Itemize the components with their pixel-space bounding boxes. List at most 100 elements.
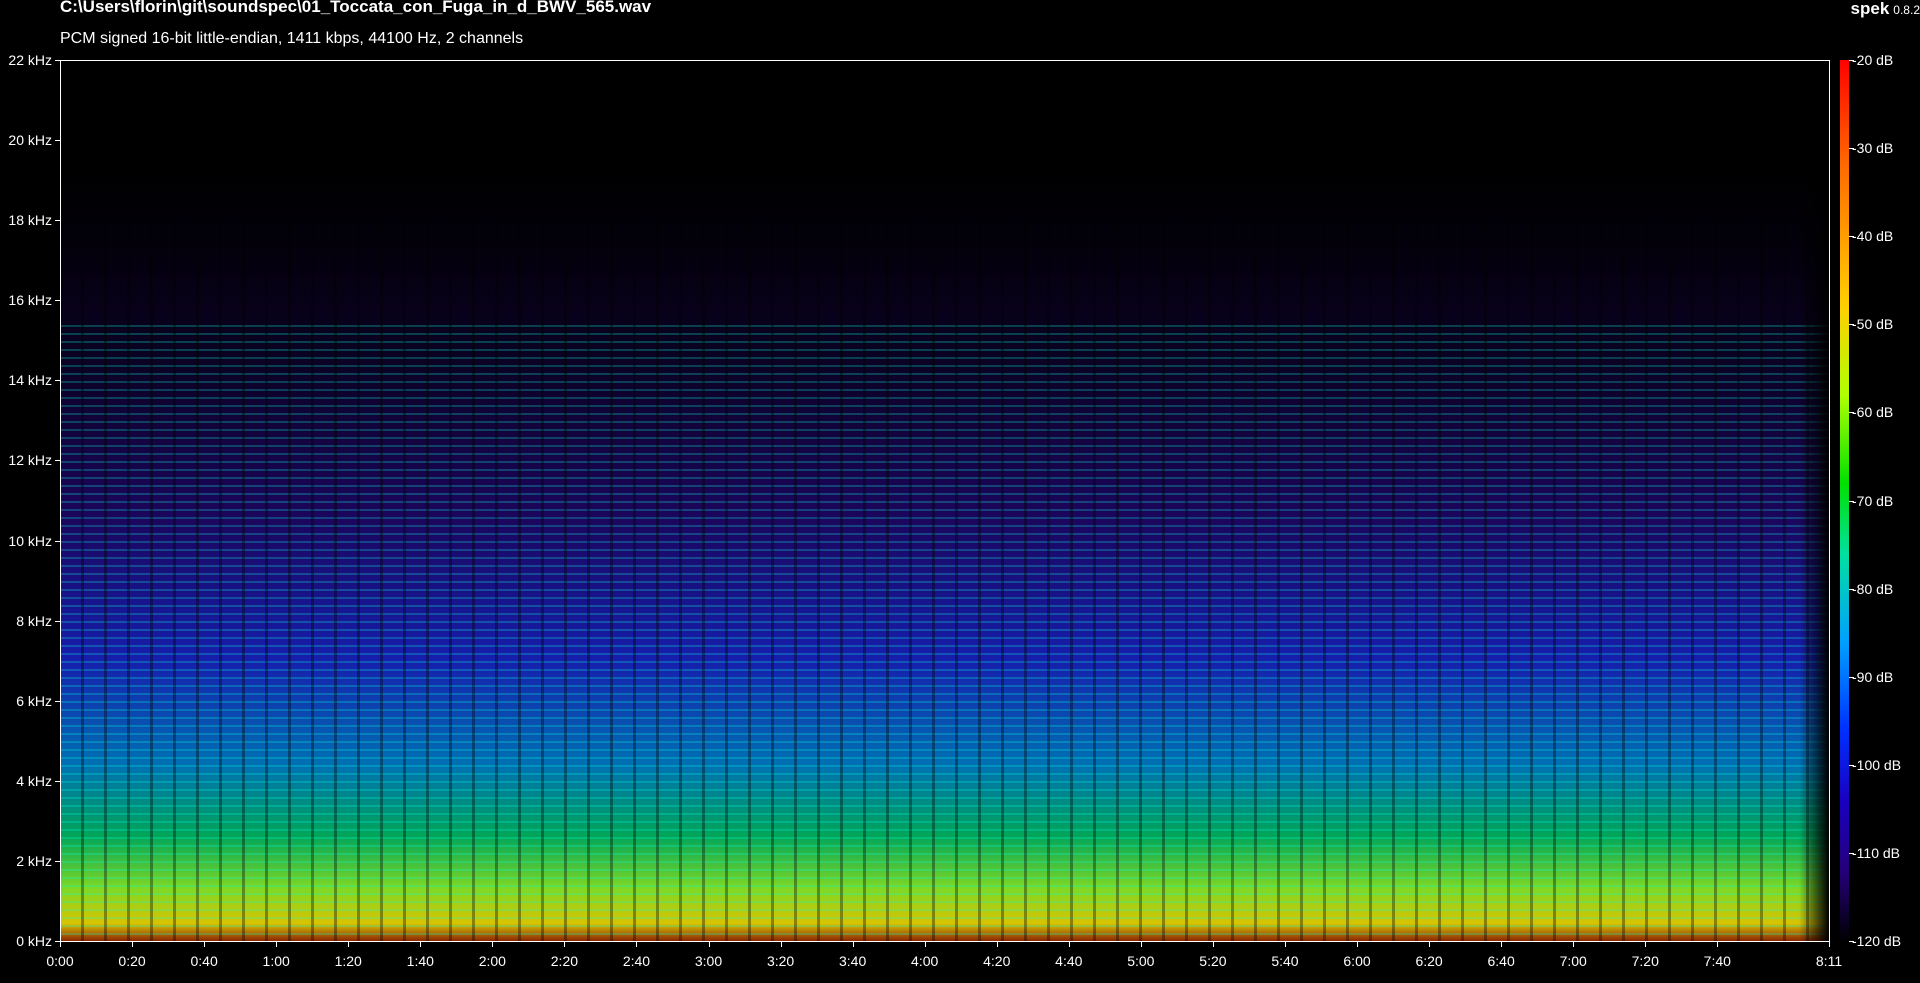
time-tick-label: 4:00 [911,953,939,969]
frequency-tick-label: 12 kHz [8,452,52,469]
time-tick-mark [852,942,854,947]
db-tick-label: -20 dB [1852,52,1894,68]
time-tick-mark [708,942,710,947]
frequency-tick-mark [55,460,60,462]
time-tick-mark [420,942,422,947]
time-tick-label: 4:40 [1055,953,1083,969]
time-tick-label: 3:20 [766,953,795,969]
frequency-tick-label: 0 kHz [16,933,52,949]
time-tick-mark [276,942,278,947]
frequency-tick-label: 4 kHz [16,772,52,789]
fade-out [1799,61,1829,941]
app-brand: spek 0.8.2 [1851,0,1920,19]
time-tick-mark [1573,942,1575,947]
time-tick-mark [1140,942,1142,947]
db-tick-mark [1849,852,1854,854]
frequency-tick-label: 10 kHz [8,532,52,549]
time-tick-label: 3:40 [839,953,867,969]
db-tick-label: -70 dB [1852,492,1894,509]
frequency-tick-label: 14 kHz [8,372,52,389]
time-tick-label: 7:20 [1631,953,1659,969]
db-tick-label: -50 dB [1852,316,1894,333]
db-tick-label: -100 dB [1852,756,1902,773]
time-tick-label: 7:40 [1703,953,1731,969]
frequency-tick-label: 6 kHz [16,692,52,709]
frequency-tick-label: 16 kHz [8,292,52,309]
db-tick-label: -110 dB [1852,844,1900,861]
db-tick-label: -80 dB [1852,580,1894,597]
time-tick-label: 8:11 [1815,953,1843,969]
db-tick-mark [1849,324,1854,326]
time-tick-label: 6:40 [1487,953,1515,969]
db-tick-mark [1849,148,1854,150]
db-tick-label: -90 dB [1852,668,1894,685]
time-tick-mark [348,942,350,947]
db-tick-mark [1849,60,1854,61]
time-tick-label: 5:40 [1271,953,1299,969]
time-tick-mark [492,942,494,947]
time-tick-label: 7:00 [1559,953,1587,969]
frequency-tick-mark [55,620,60,622]
audio-info: PCM signed 16-bit little-endian, 1411 kb… [60,30,524,47]
time-tick-mark [564,942,566,947]
time-tick-label: 2:40 [622,953,651,969]
db-tick-mark [1849,500,1854,502]
db-colorbar [1840,60,1849,942]
time-tick-mark [60,942,61,947]
time-tick-mark [132,942,134,947]
spectrogram-plot[interactable] [60,60,1830,942]
frequency-tick-mark [55,540,60,542]
time-tick-mark [1212,942,1214,947]
time-tick-label: 0:20 [118,953,146,969]
time-tick-label: 0:40 [190,953,218,969]
app-version: 0.8.2 [1893,3,1920,17]
time-tick-mark [1357,942,1359,947]
file-path-title: C:\Users\florin\git\soundspec\01_Toccata… [60,0,652,16]
time-tick-label: 2:20 [550,953,579,969]
time-tick-mark [636,942,638,947]
time-tick-label: 2:00 [478,953,506,969]
time-tick-label: 6:00 [1343,953,1371,969]
time-tick-mark [1068,942,1070,947]
time-tick-mark [1645,942,1647,947]
frequency-tick-label: 8 kHz [16,612,52,629]
db-tick-mark [1849,941,1854,942]
db-tick-mark [1849,764,1854,766]
db-tick-label: -40 dB [1852,228,1894,245]
db-tick-label: -60 dB [1852,404,1894,421]
time-bands [61,61,1829,941]
time-tick-mark [996,942,998,947]
time-tick-label: 5:20 [1199,953,1227,969]
frequency-tick-label: 18 kHz [8,212,52,229]
frequency-tick-mark [55,700,60,702]
app-name: spek [1850,0,1890,18]
frequency-tick-label: 2 kHz [16,852,52,869]
time-tick-mark [924,942,926,947]
frequency-tick-mark [55,300,60,302]
time-tick-label: 3:00 [694,953,723,969]
time-tick-label: 5:00 [1127,953,1155,969]
time-tick-mark [1284,942,1286,947]
time-tick-label: 1:40 [406,953,434,969]
time-tick-label: 4:20 [983,953,1011,969]
db-tick-mark [1849,588,1854,590]
time-tick-label: 1:20 [334,953,362,969]
frequency-tick-mark [55,380,60,382]
db-tick-mark [1849,412,1854,414]
time-tick-mark [1501,942,1503,947]
time-tick-mark [1429,942,1431,947]
time-tick-mark [204,942,206,947]
db-tick-mark [1849,676,1854,678]
db-tick-mark [1849,236,1854,238]
frequency-tick-mark [55,220,60,222]
time-tick-label: 6:20 [1415,953,1443,969]
frequency-tick-label: 20 kHz [8,132,52,149]
frequency-tick-mark [55,140,60,142]
time-tick-label: 0:00 [46,953,74,969]
time-tick-mark [1717,942,1719,947]
frequency-tick-label: 22 kHz [8,52,52,68]
time-tick-mark [780,942,782,947]
frequency-tick-mark [55,780,60,782]
time-tick-mark [1829,942,1830,947]
db-tick-label: -30 dB [1852,140,1894,157]
